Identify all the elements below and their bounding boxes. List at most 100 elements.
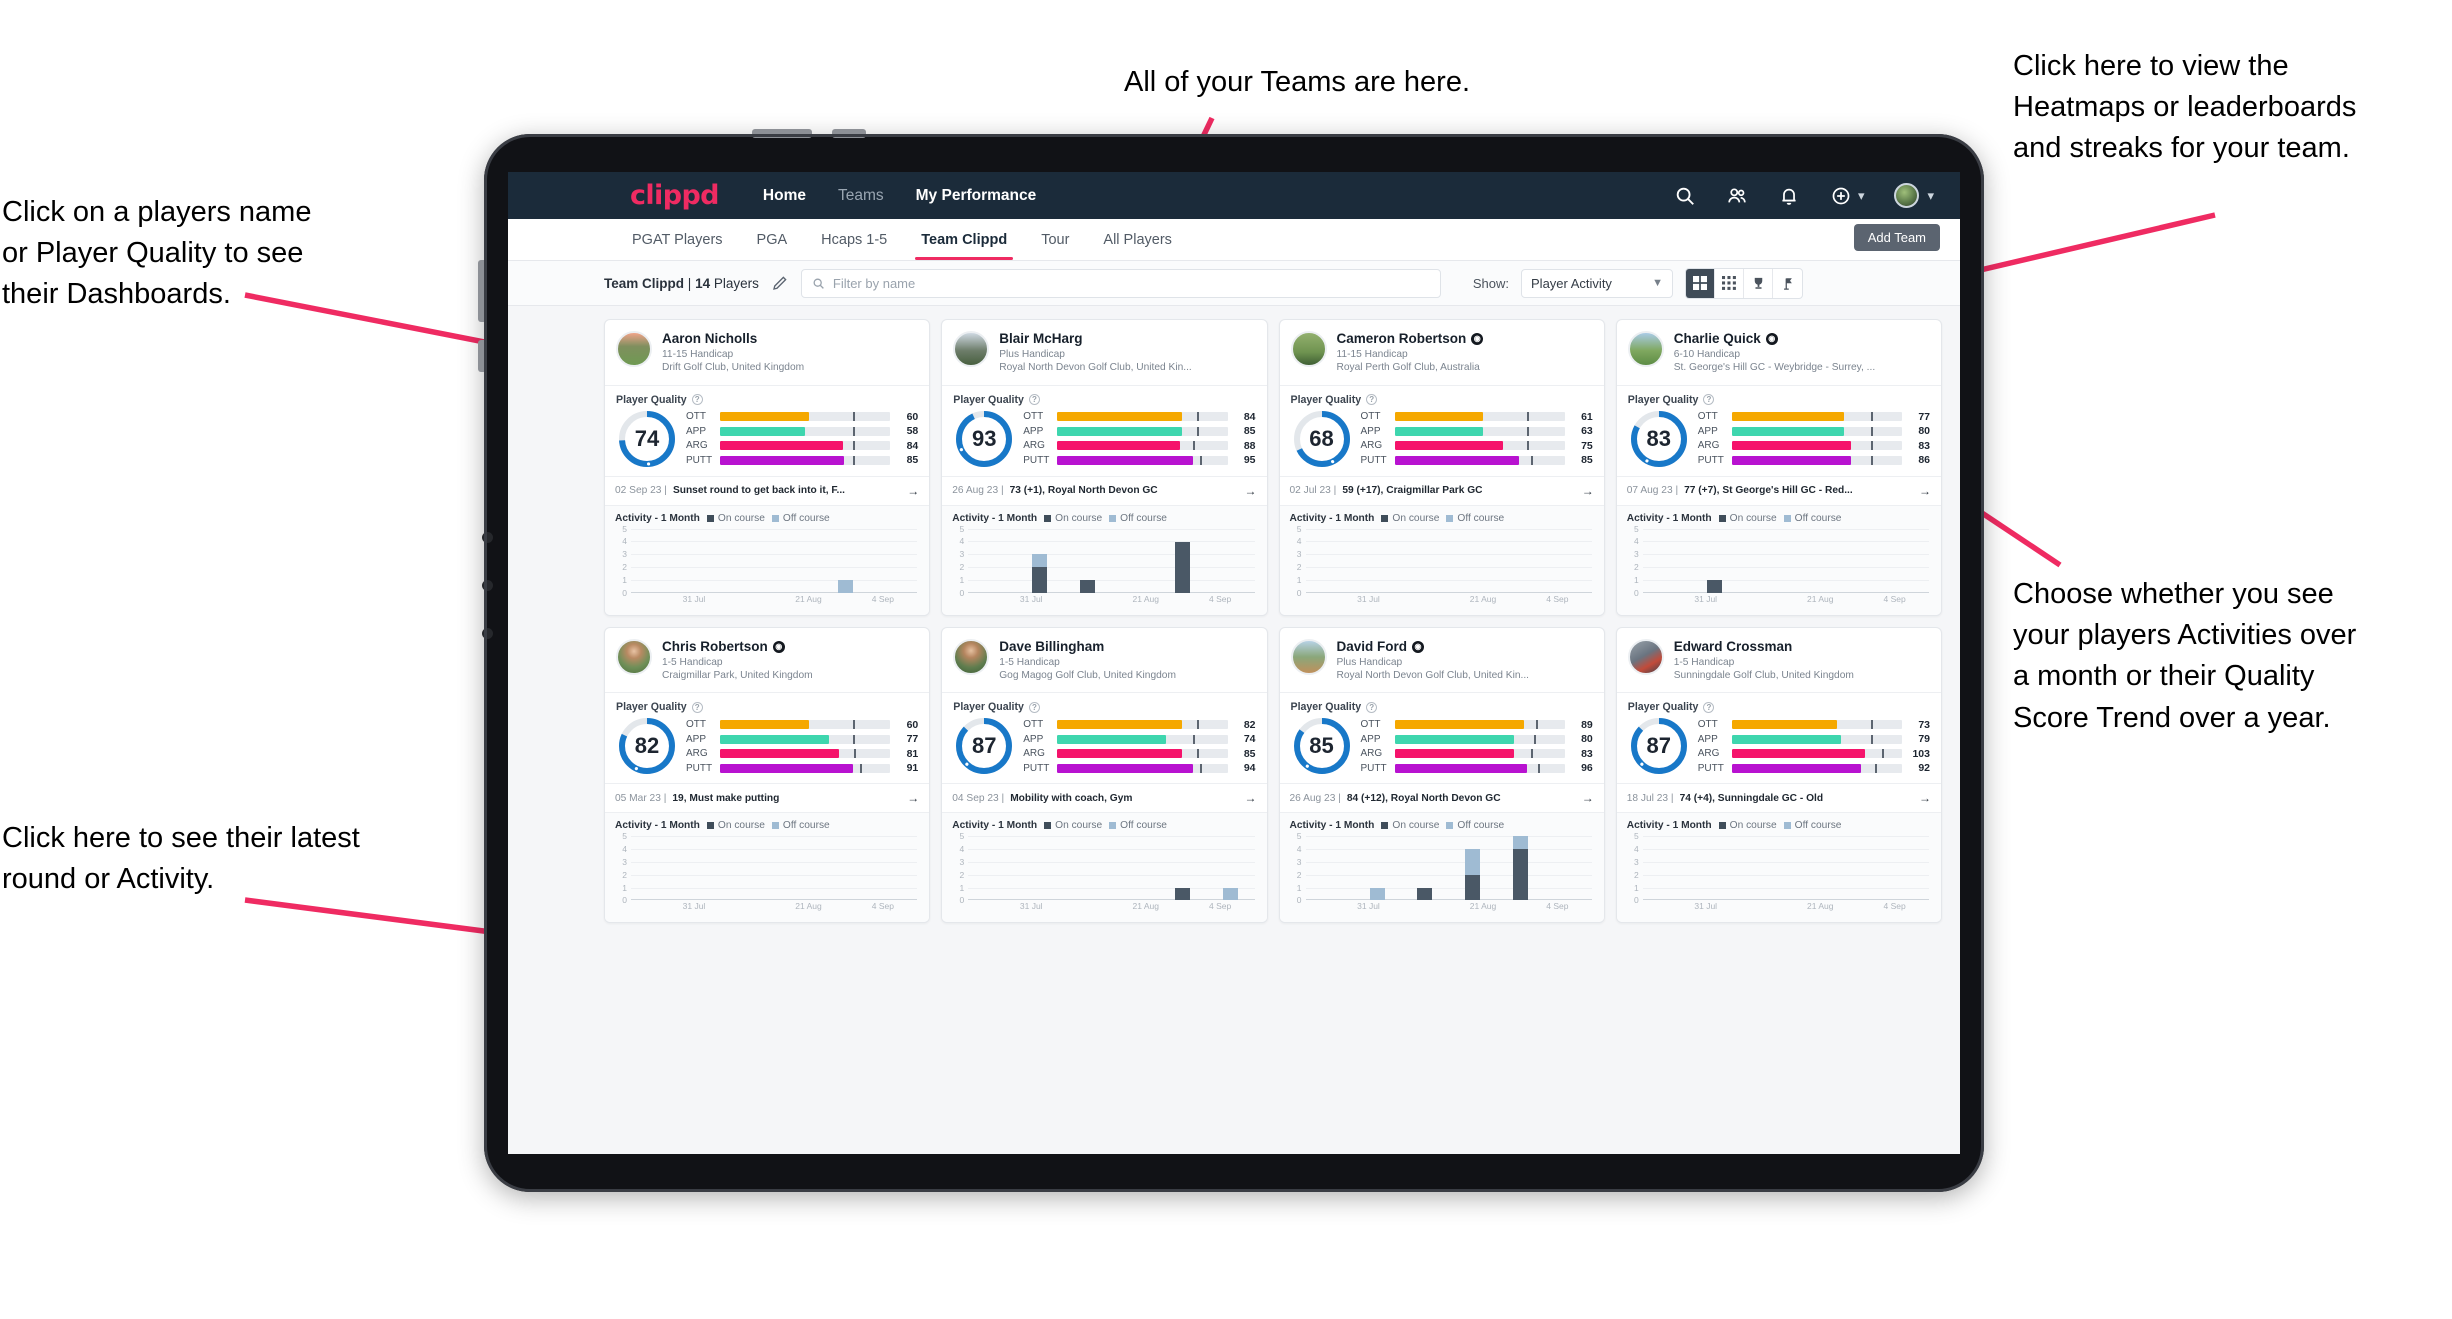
metric-value: 83 xyxy=(1918,439,1930,452)
help-icon[interactable]: ? xyxy=(691,701,703,713)
bell-icon[interactable] xyxy=(1778,185,1800,207)
flag-icon[interactable] xyxy=(1773,269,1802,298)
player-quality-section[interactable]: Player Quality? 82 OTT 60 APP 77 ARG 81 PUTT 91 xyxy=(605,692,930,783)
player-quality-section[interactable]: Player Quality? 83 OTT 77 APP 80 ARG 83 PUTT 86 xyxy=(1616,384,1941,476)
arrow-right-icon[interactable]: → xyxy=(1576,484,1594,498)
player-quality-section[interactable]: Player Quality? 87 OTT 82 APP 74 ARG 85 PUTT 94 xyxy=(942,692,1267,783)
tab-pgat-players[interactable]: PGAT Players xyxy=(630,221,725,259)
player-avatar[interactable] xyxy=(1290,331,1327,367)
people-icon[interactable] xyxy=(1726,185,1748,207)
player-avatar[interactable] xyxy=(953,638,990,675)
player-name[interactable]: Dave Billingham xyxy=(999,639,1176,655)
grid-small-icon[interactable] xyxy=(1715,268,1745,298)
player-name[interactable]: Chris Robertson ◉ xyxy=(662,639,813,655)
plus-chevron-down-icon[interactable]: ▾ xyxy=(1858,188,1865,204)
tab-pga[interactable]: PGA xyxy=(755,221,790,259)
player-avatar[interactable] xyxy=(1627,331,1664,367)
nav-item-teams[interactable]: Teams xyxy=(822,187,900,205)
nav-item-home[interactable]: Home xyxy=(747,187,822,205)
player-card[interactable]: Charlie Quick ◉ 6-10 Handicap St. George's … xyxy=(1615,319,1942,616)
player-name[interactable]: Cameron Robertson ◉ xyxy=(1337,331,1484,347)
player-quality-section[interactable]: Player Quality? 74 OTT 60 APP 58 ARG 84 PUTT 85 xyxy=(605,384,930,476)
player-avatar[interactable] xyxy=(1627,638,1664,675)
grid-large-icon[interactable] xyxy=(1686,268,1716,298)
player-name[interactable]: Aaron Nicholls xyxy=(662,331,804,347)
latest-round-row[interactable]: 04 Sep 23 | Mobility with coach, Gym → xyxy=(942,783,1267,814)
latest-round-row[interactable]: 26 Aug 23 | 84 (+12), Royal North Devon G… xyxy=(1279,783,1604,814)
arrow-right-icon[interactable]: → xyxy=(901,484,919,498)
player-card[interactable]: Edward Crossman 1-5 Handicap Sunningdale G… xyxy=(1615,626,1942,924)
activity-bar-slot xyxy=(631,529,679,593)
activity-bar-stack[interactable] xyxy=(1417,887,1433,901)
player-card[interactable]: Dave Billingham 1-5 Handicap Gog Magog Gol… xyxy=(941,626,1268,924)
tab-hcaps-1-5[interactable]: Hcaps 1-5 xyxy=(819,221,889,259)
player-name[interactable]: Charlie Quick ◉ xyxy=(1674,331,1875,347)
activity-bar-stack[interactable] xyxy=(1175,887,1191,901)
activity-bar-stack[interactable] xyxy=(1223,887,1239,901)
player-quality-section[interactable]: Player Quality? 93 OTT 84 APP 85 ARG 88 PUTT 95 xyxy=(942,384,1267,476)
arrow-right-icon[interactable]: → xyxy=(1576,791,1594,805)
help-icon[interactable]: ? xyxy=(1366,394,1378,406)
help-icon[interactable]: ? xyxy=(1703,394,1715,406)
player-avatar[interactable] xyxy=(1290,638,1327,675)
player-card[interactable]: David Ford ◉ Plus Handicap Royal North Devo… xyxy=(1278,626,1605,924)
avatar[interactable] xyxy=(1894,183,1920,208)
activity-bar-stack[interactable] xyxy=(1706,579,1722,593)
arrow-right-icon[interactable]: → xyxy=(901,791,919,805)
arrow-right-icon[interactable]: → xyxy=(1239,484,1257,498)
activity-chart: 5 4 3 2 1 0 31 Jul 21 Aug 4 Sep xyxy=(952,524,1256,607)
latest-round-row[interactable]: 02 Sep 23 | Sunset round to get back into… xyxy=(605,475,930,506)
clippd-logo[interactable]: clippd xyxy=(630,180,720,211)
avatar-chevron-down-icon[interactable]: ▾ xyxy=(1927,188,1934,204)
player-card[interactable]: Aaron Nicholls 11-15 Handicap Drift Golf C… xyxy=(604,319,931,616)
search-icon xyxy=(813,278,824,289)
player-quality-section[interactable]: Player Quality? 85 OTT 89 APP 80 ARG 83 PUTT 96 xyxy=(1279,692,1604,783)
help-icon[interactable]: ? xyxy=(1703,701,1715,713)
activity-bar-stack[interactable] xyxy=(1080,579,1095,593)
activity-bar-stack[interactable] xyxy=(838,579,854,593)
player-name[interactable]: David Ford ◉ xyxy=(1337,639,1530,655)
latest-round-row[interactable]: 18 Jul 23 | 74 (+4), Sunningdale GC - Old… xyxy=(1616,783,1941,814)
player-avatar[interactable] xyxy=(616,331,652,367)
tab-all-players[interactable]: All Players xyxy=(1101,221,1174,259)
trophy-icon[interactable] xyxy=(1744,268,1774,298)
nav-item-my-performance[interactable]: My Performance xyxy=(900,187,1053,205)
pencil-icon[interactable] xyxy=(771,274,789,292)
player-card[interactable]: Blair McHarg Plus Handicap Royal North Dev… xyxy=(941,319,1268,616)
search-icon[interactable] xyxy=(1674,185,1696,207)
player-quality-section[interactable]: Player Quality? 68 OTT 61 APP 63 ARG 75 PUTT 85 xyxy=(1279,384,1604,476)
search-input[interactable]: Filter by name xyxy=(800,268,1441,298)
activity-bar-stack[interactable] xyxy=(1464,849,1480,901)
metric-benchmark-tick xyxy=(1871,441,1874,451)
player-card[interactable]: Cameron Robertson ◉ 11-15 Handicap Royal Pe… xyxy=(1278,319,1605,616)
latest-round-row[interactable]: 26 Aug 23 | 73 (+1), Royal North Devon GC… xyxy=(942,475,1267,506)
player-avatar[interactable] xyxy=(953,331,990,367)
latest-round-row[interactable]: 07 Aug 23 | 77 (+7), St George's Hill GC … xyxy=(1616,475,1941,506)
tab-tour[interactable]: Tour xyxy=(1039,221,1071,259)
help-icon[interactable]: ? xyxy=(691,394,703,406)
help-icon[interactable]: ? xyxy=(1028,394,1040,406)
show-dropdown[interactable]: Player Activity ▼ xyxy=(1521,268,1674,298)
arrow-right-icon[interactable]: → xyxy=(1913,484,1931,498)
arrow-right-icon[interactable]: → xyxy=(1913,791,1931,805)
tab-team-clippd[interactable]: Team Clippd xyxy=(915,221,1014,260)
plus-circle-icon[interactable] xyxy=(1830,185,1852,207)
activity-bar-stack[interactable] xyxy=(1032,554,1048,593)
player-quality-section[interactable]: Player Quality? 87 OTT 73 APP 79 ARG 103 PUTT 92 xyxy=(1616,692,1941,783)
latest-round-row[interactable]: 05 Mar 23 | 19, Must make putting → xyxy=(605,783,930,814)
activity-bar-slot xyxy=(1111,836,1159,900)
metric-bars: OTT 89 APP 80 ARG 83 PUTT 96 xyxy=(1361,719,1593,775)
help-icon[interactable]: ? xyxy=(1028,701,1040,713)
activity-bar-stack[interactable] xyxy=(1512,836,1528,901)
arrow-right-icon[interactable]: → xyxy=(1239,791,1257,805)
metric-bar-track xyxy=(1394,720,1565,730)
help-icon[interactable]: ? xyxy=(1366,701,1378,713)
player-card[interactable]: Chris Robertson ◉ 1-5 Handicap Craigmillar … xyxy=(604,626,931,924)
activity-bar-stack[interactable] xyxy=(1175,541,1191,593)
latest-round-row[interactable]: 02 Jul 23 | 59 (+17), Craigmillar Park GC… xyxy=(1279,475,1604,506)
player-avatar[interactable] xyxy=(616,638,652,675)
player-name[interactable]: Blair McHarg xyxy=(999,331,1192,347)
player-name[interactable]: Edward Crossman xyxy=(1674,639,1854,655)
activity-bar-stack[interactable] xyxy=(1369,887,1385,901)
add-team-button[interactable]: Add Team xyxy=(1853,224,1940,251)
